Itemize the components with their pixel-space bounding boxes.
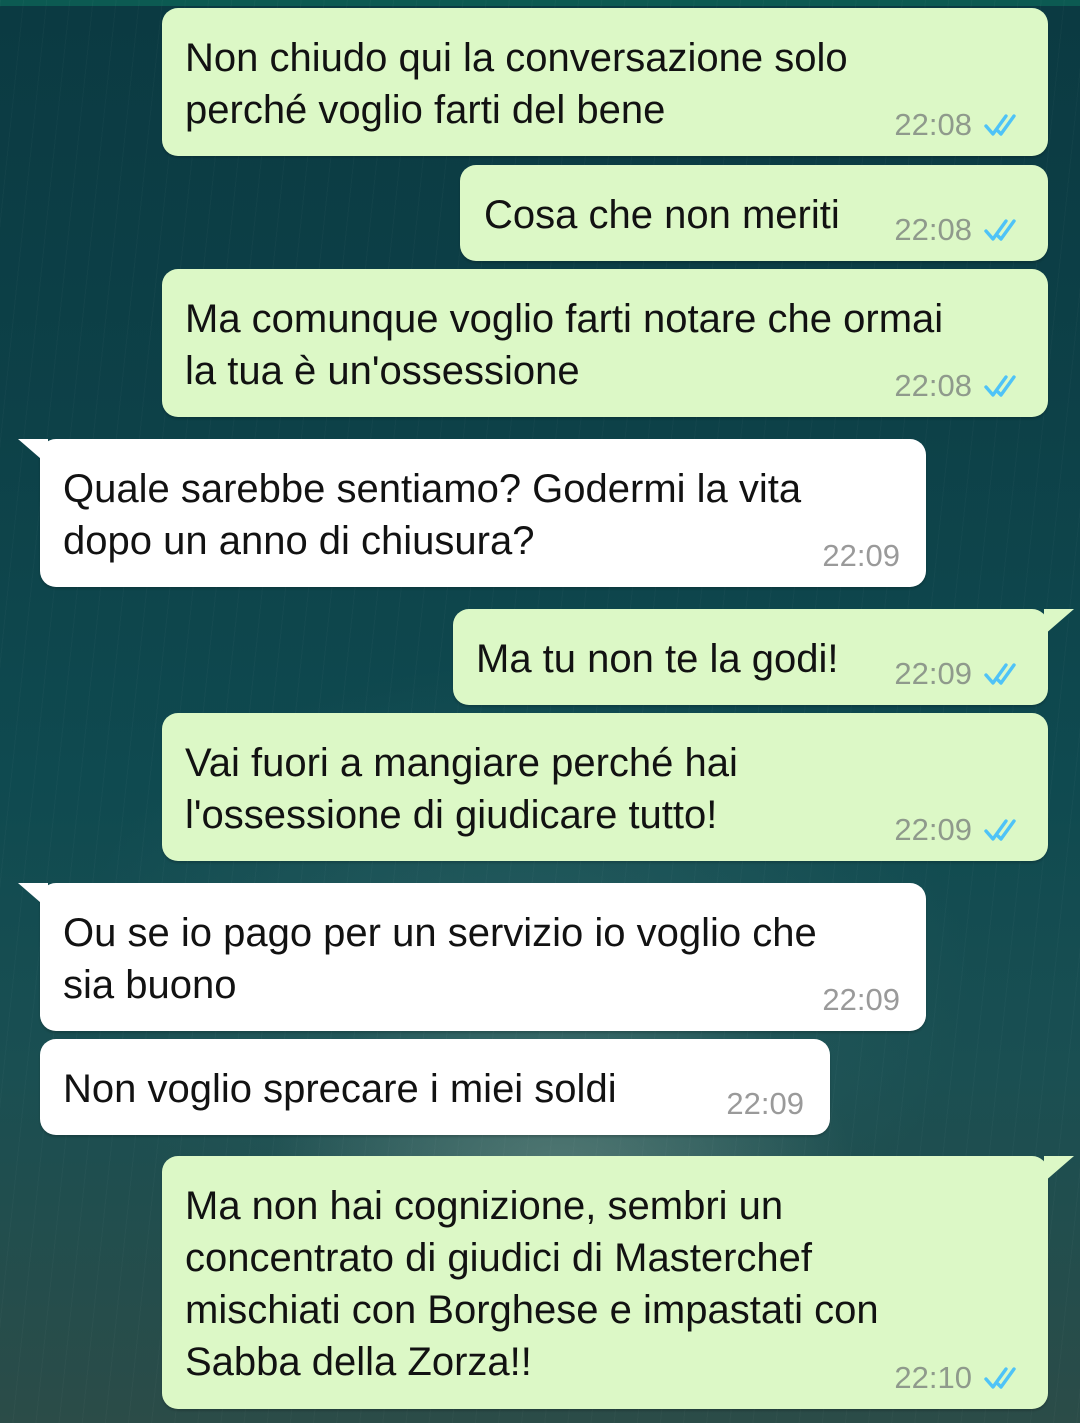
double-check-read-icon bbox=[984, 114, 1016, 136]
message-meta: 22:09 bbox=[894, 657, 1026, 691]
message-time: 22:09 bbox=[894, 812, 972, 847]
double-check-read-icon bbox=[984, 375, 1016, 397]
message-meta: 22:08 bbox=[894, 369, 1026, 403]
message-bubble-incoming[interactable]: Non voglio sprecare i miei soldi 22:09 bbox=[40, 1039, 830, 1135]
message-time: 22:09 bbox=[726, 1086, 804, 1121]
message-text: Ma non hai cognizione, sembri un concent… bbox=[185, 1184, 879, 1384]
double-check-read-icon bbox=[984, 219, 1016, 241]
message-bubble-outgoing[interactable]: Ma comunque voglio farti notare che orma… bbox=[162, 269, 1048, 417]
message-bubble-incoming[interactable]: Quale sarebbe sentiamo? Godermi la vita … bbox=[18, 439, 926, 587]
message-meta: 22:10 bbox=[894, 1361, 1026, 1395]
double-check-read-icon bbox=[984, 819, 1016, 841]
message-meta: 22:09 bbox=[822, 539, 900, 573]
message-time: 22:09 bbox=[894, 656, 972, 691]
double-check-read-icon bbox=[984, 663, 1016, 685]
message-meta: 22:09 bbox=[726, 1087, 804, 1121]
message-bubble-outgoing[interactable]: Cosa che non meriti 22:08 bbox=[460, 165, 1048, 261]
message-meta: 22:09 bbox=[822, 983, 900, 1017]
message-text: Quale sarebbe sentiamo? Godermi la vita … bbox=[63, 467, 802, 563]
top-strip bbox=[0, 0, 1080, 6]
message-time: 22:08 bbox=[894, 107, 972, 142]
message-meta: 22:08 bbox=[894, 108, 1026, 142]
message-meta: 22:08 bbox=[894, 213, 1026, 247]
double-check-read-icon bbox=[984, 1367, 1016, 1389]
message-time: 22:08 bbox=[894, 368, 972, 403]
message-bubble-outgoing[interactable]: Ma tu non te la godi! 22:09 bbox=[453, 609, 1074, 705]
message-time: 22:08 bbox=[894, 212, 972, 247]
message-text: Non voglio sprecare i miei soldi bbox=[63, 1067, 617, 1111]
message-time: 22:10 bbox=[894, 1360, 972, 1395]
message-time: 22:09 bbox=[822, 982, 900, 1017]
message-bubble-outgoing[interactable]: Vai fuori a mangiare perché hai l'ossess… bbox=[162, 713, 1048, 861]
message-text: Ou se io pago per un servizio io voglio … bbox=[63, 911, 817, 1007]
message-bubble-incoming[interactable]: Ou se io pago per un servizio io voglio … bbox=[18, 883, 926, 1031]
message-time: 22:09 bbox=[822, 538, 900, 573]
message-bubble-outgoing[interactable]: Non chiudo qui la conversazione solo per… bbox=[162, 8, 1048, 156]
message-meta: 22:09 bbox=[894, 813, 1026, 847]
message-bubble-outgoing[interactable]: Ma non hai cognizione, sembri un concent… bbox=[162, 1156, 1074, 1409]
